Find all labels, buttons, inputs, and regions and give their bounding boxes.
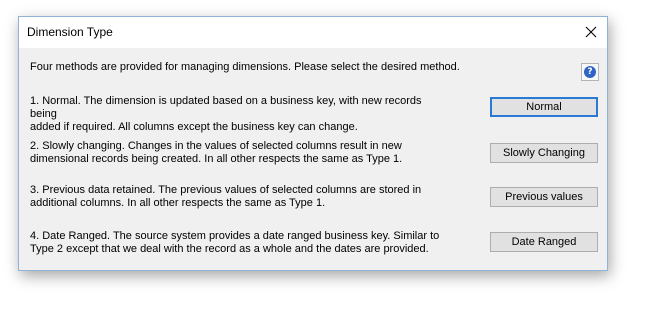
option-description-line: dimensional records being created. In al… (30, 153, 403, 165)
date-ranged-button[interactable]: Date Ranged (490, 232, 598, 252)
help-icon: ? (584, 66, 596, 78)
close-icon (585, 26, 597, 38)
help-button[interactable]: ? (581, 63, 599, 81)
option-description-line: 3. Previous data retained. The previous … (30, 184, 422, 196)
normal-button[interactable]: Normal (490, 97, 598, 117)
option-description-line: 2. Slowly changing. Changes in the value… (30, 140, 402, 152)
option-normal-description: 1. Normal. The dimension is updated base… (30, 95, 450, 134)
title-bar[interactable]: Dimension Type (19, 17, 607, 48)
close-button[interactable] (575, 17, 607, 48)
option-previous-values-description: 3. Previous data retained. The previous … (30, 184, 450, 210)
window-title: Dimension Type (27, 25, 113, 39)
option-description-line: added if required. All columns except th… (30, 121, 358, 133)
previous-values-button[interactable]: Previous values (490, 187, 598, 207)
option-description-line: 4. Date Ranged. The source system provid… (30, 230, 440, 242)
option-description-line: Type 2 except that we deal with the reco… (30, 243, 429, 255)
slowly-changing-button[interactable]: Slowly Changing (490, 143, 598, 163)
option-description-line: 1. Normal. The dimension is updated base… (30, 95, 422, 120)
option-description-line: additional columns. In all other respect… (30, 197, 326, 209)
dimension-type-dialog: Dimension Type Four methods are provided… (18, 16, 608, 271)
option-date-ranged-description: 4. Date Ranged. The source system provid… (30, 230, 450, 256)
option-slowly-changing-description: 2. Slowly changing. Changes in the value… (30, 140, 450, 166)
intro-text: Four methods are provided for managing d… (30, 61, 460, 73)
